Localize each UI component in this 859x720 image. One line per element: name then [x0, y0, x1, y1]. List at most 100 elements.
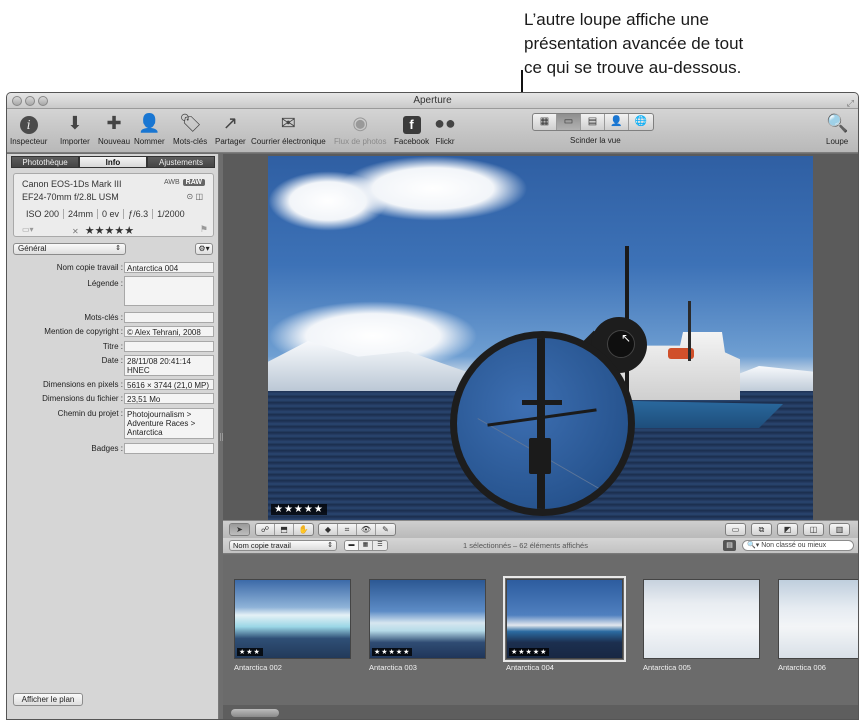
- thumbnail-rating: ★★★★★: [372, 648, 413, 656]
- search-field[interactable]: 🔍▾ Non classé ou mieux: [742, 540, 854, 551]
- thumbnail-label: Antarctica 004: [506, 663, 554, 672]
- tag-icon: 🏷: [179, 113, 202, 133]
- places-view-icon[interactable]: 🌐: [629, 114, 653, 130]
- download-arrow-icon: ⬇: [67, 113, 83, 133]
- main-toolbar: i Inspecteur ⬇ Importer ✚ Nouveau 👤 Nomm…: [7, 109, 858, 153]
- loupe-button[interactable]: 🔍 Loupe: [826, 111, 849, 146]
- keywords-button[interactable]: 🏷 Mots-clés: [173, 111, 207, 146]
- stack-tools: ☍ ⬒ ✋: [255, 523, 314, 536]
- badges-field: [124, 443, 214, 454]
- thumbnails-view-icon[interactable]: ▥: [830, 524, 849, 535]
- thumbnail-item[interactable]: ★★★: [234, 579, 351, 659]
- exif-row: ISO 200 24mm 0 ev ƒ/6.3 1/2000: [22, 209, 189, 219]
- rating-row: ▭▾ ✕ ★★★★★ ⚑: [22, 224, 212, 237]
- thumbnail-item[interactable]: [643, 579, 760, 659]
- flickr-button[interactable]: ●● Flickr: [434, 111, 456, 146]
- person-icon: 👤: [138, 113, 161, 133]
- viewer-only-icon[interactable]: ▤: [581, 114, 605, 130]
- aperture-window: Aperture ⤢ i Inspecteur ⬇ Importer ✚ Nou…: [6, 92, 859, 720]
- stamp-icon[interactable]: ⬒: [275, 524, 294, 535]
- flag-icon[interactable]: ⚑: [200, 224, 208, 235]
- tab-adjustments[interactable]: Ajustements: [147, 156, 215, 168]
- plus-icon: ✚: [106, 113, 122, 133]
- straighten-icon[interactable]: ◆: [319, 524, 338, 535]
- list-mode-icon[interactable]: ☰: [373, 541, 387, 550]
- date-field[interactable]: 28/11/08 20:41:14 HNEC: [124, 355, 214, 376]
- thumbnail-item-selected[interactable]: ★★★★★: [503, 576, 626, 662]
- awb-badge: AWB: [163, 179, 180, 186]
- inspector-button[interactable]: i Inspecteur: [10, 111, 47, 146]
- color-label-icon[interactable]: ▭▾: [22, 225, 34, 234]
- name-faces-button[interactable]: 👤 Nommer: [134, 111, 165, 146]
- loupe-magnified-light: [529, 438, 551, 474]
- cursor-arrow-icon: ↖: [621, 331, 632, 345]
- version-name-field[interactable]: Antarctica 004: [124, 262, 214, 273]
- browser-toolbar: ➤ ☍ ⬒ ✋ ◆ ⌗ 👁 ✎ ▭ ⧉ ◩ ◫ ▥: [223, 520, 858, 538]
- thumbnail-rating: ★★★★★: [509, 648, 550, 656]
- search-icon: 🔍▾: [747, 542, 760, 549]
- reject-icon[interactable]: ✕: [72, 227, 79, 236]
- arrow-pointer-icon[interactable]: ➤: [230, 524, 249, 535]
- metering-icons: ⊙ ◫: [187, 192, 204, 201]
- facebook-button[interactable]: f Facebook: [394, 111, 429, 146]
- scrollbar-thumb[interactable]: [231, 709, 279, 717]
- ship-mast: [688, 301, 691, 361]
- camera-info-box: Canon EOS-1Ds Mark III EF24-70mm f/2.8L …: [13, 173, 214, 237]
- grid-mode-icon[interactable]: ▦: [359, 541, 373, 550]
- stamp-icon: ✉: [280, 113, 296, 133]
- aperture-value: ƒ/6.3: [124, 209, 154, 219]
- action-menu-button[interactable]: ⚙▾: [195, 243, 213, 255]
- share-button[interactable]: ↗ Partager: [215, 111, 246, 146]
- thumbnail-item[interactable]: ★★★★★: [369, 579, 486, 659]
- zoom-window-button[interactable]: [38, 96, 48, 106]
- sort-popup[interactable]: Nom copie travail ⇕: [229, 540, 337, 551]
- tab-library[interactable]: Photothèque: [11, 156, 79, 168]
- thumbnail-item[interactable]: [778, 579, 858, 659]
- filter-hud-button[interactable]: ▤: [723, 540, 736, 551]
- filmstrip-mode-icon[interactable]: ▬: [345, 541, 359, 550]
- minimize-window-button[interactable]: [25, 96, 35, 106]
- red-eye-icon[interactable]: 👁: [357, 524, 376, 535]
- crop-icon[interactable]: ⌗: [338, 524, 357, 535]
- pixel-size-label: Dimensions en pixels :: [42, 380, 123, 389]
- metadata-view-popup[interactable]: Général ⇕: [13, 243, 126, 255]
- single-view-icon[interactable]: ▭: [726, 524, 745, 535]
- filmstrip: ★★★ Antarctica 002 ★★★★★ Antarctica 003 …: [223, 555, 858, 719]
- stack-view-icon[interactable]: ⧉: [752, 524, 771, 535]
- thumbnail-label: Antarctica 002: [234, 663, 282, 672]
- split-view-segmented-control: ▦ ▭ ▤ 👤 🌐: [532, 113, 654, 131]
- tab-info[interactable]: Info: [79, 156, 147, 168]
- search-filter-text: Non classé ou mieux: [761, 542, 827, 549]
- faces-view-icon[interactable]: 👤: [605, 114, 629, 130]
- selection-tool: ➤: [229, 523, 250, 536]
- hand-icon[interactable]: ✋: [294, 524, 313, 535]
- popup-arrows-icon: ⇕: [115, 245, 121, 252]
- info-icon: i: [18, 111, 40, 135]
- lift-stamp-icon[interactable]: ☍: [256, 524, 275, 535]
- annotation-line-1: L’autre loupe affiche une: [524, 10, 709, 29]
- caption-field[interactable]: [124, 276, 214, 306]
- email-button[interactable]: ✉ Courrier électronique: [251, 111, 326, 146]
- rotate-icon[interactable]: ◩: [778, 524, 797, 535]
- raw-badge: RAW: [182, 179, 205, 186]
- title-field[interactable]: [124, 341, 214, 352]
- photostream-button[interactable]: ◉ Flux de photos: [334, 111, 386, 146]
- viewer-browser-view-icon[interactable]: ▭: [557, 114, 581, 130]
- close-window-button[interactable]: [12, 96, 22, 106]
- annotation-line-3: ce qui se trouve au-dessous.: [524, 58, 742, 77]
- file-size-label: Dimensions du fichier :: [42, 394, 123, 403]
- copyright-field[interactable]: © Alex Tehrani, 2008: [124, 326, 214, 337]
- annotation-callout: L’autre loupe affiche une présentation a…: [524, 8, 824, 80]
- loupe-lens: [457, 338, 628, 509]
- grid-view-icon[interactable]: ▦: [533, 114, 557, 130]
- rating-stars[interactable]: ★★★★★: [85, 225, 134, 237]
- import-button[interactable]: ⬇ Importer: [60, 111, 90, 146]
- show-map-button[interactable]: Afficher le plan: [13, 693, 83, 706]
- filmstrip-view-icon[interactable]: ◫: [804, 524, 823, 535]
- brush-icon[interactable]: ✎: [376, 524, 395, 535]
- new-button[interactable]: ✚ Nouveau: [98, 111, 130, 146]
- filmstrip-scrollbar[interactable]: [223, 705, 858, 719]
- window-title: Aperture: [413, 95, 452, 106]
- camera-model: Canon EOS-1Ds Mark III: [22, 179, 122, 189]
- keywords-field[interactable]: [124, 312, 214, 323]
